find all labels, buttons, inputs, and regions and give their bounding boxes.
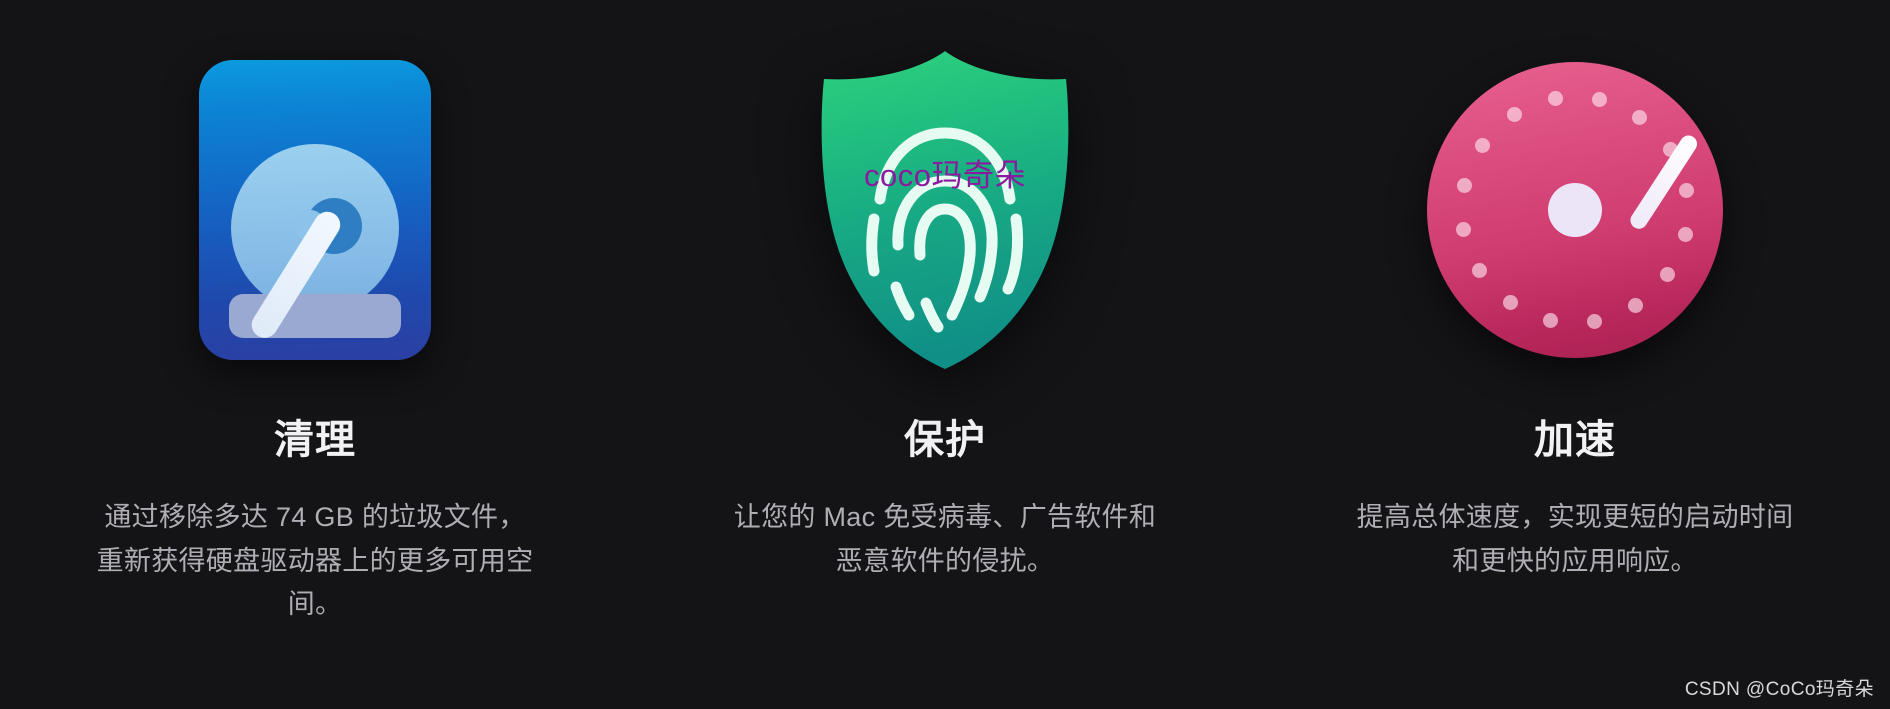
speedometer-tick-dot [1474,137,1490,153]
feature-description-clean: 通过移除多达 74 GB 的垃圾文件，重新获得硬盘驱动器上的更多可用空间。 [96,502,534,620]
speedometer-tick-dot [1587,313,1603,329]
speedometer-tick-dot [1457,178,1473,194]
speedometer-tick-dot [1628,297,1644,313]
icon-stage-speed [1260,0,1890,420]
speedometer-icon [1425,45,1725,375]
feature-title-protect: 保护 [904,418,986,462]
features-section: 清理 通过移除多达 74 GB 的垃圾文件，重新获得硬盘驱动器上的更多可用空间。 [0,0,1890,709]
speedometer-tick-dot [1678,182,1694,198]
speedometer-tick-dot [1677,226,1693,242]
feature-description-protect: 让您的 Mac 免受病毒、广告软件和恶意软件的侵扰。 [733,502,1157,576]
feature-card-speed: 加速 提高总体速度，实现更短的启动时间和更快的应用响应。 [1260,0,1890,709]
speedometer-tick-dot [1506,107,1522,123]
shield-fingerprint-icon: coco玛奇朵 [795,45,1095,375]
shield-body [808,49,1082,371]
speedometer-tick-dot [1543,312,1559,328]
speedometer-dial [1427,62,1723,358]
speedometer-tick-dot [1472,263,1488,279]
feature-card-clean: 清理 通过移除多达 74 GB 的垃圾文件，重新获得硬盘驱动器上的更多可用空间。 [0,0,630,709]
csdn-watermark: CSDN @CoCo玛奇朵 [1684,679,1874,700]
hard-drive-icon [165,45,465,375]
icon-stage-protect: coco玛奇朵 [630,0,1260,420]
feature-title-clean: 清理 [274,418,356,462]
speedometer-hub [1548,183,1602,237]
speedometer-tick-dot [1591,92,1607,108]
feature-card-protect: coco玛奇朵 保护 让您的 Mac 免受病毒、广告软件和恶意软件的侵扰。 [630,0,1260,709]
speedometer-tick-dot [1660,267,1676,283]
speedometer-tick-dot [1632,109,1648,125]
icon-stage-clean [0,0,630,420]
speedometer-tick-dot [1547,91,1563,107]
feature-description-speed: 提高总体速度，实现更短的启动时间和更快的应用响应。 [1356,502,1794,576]
speedometer-tick-dot [1502,295,1518,311]
hard-drive-body [199,60,431,360]
feature-title-speed: 加速 [1534,418,1616,462]
speedometer-tick-dot [1456,222,1472,238]
